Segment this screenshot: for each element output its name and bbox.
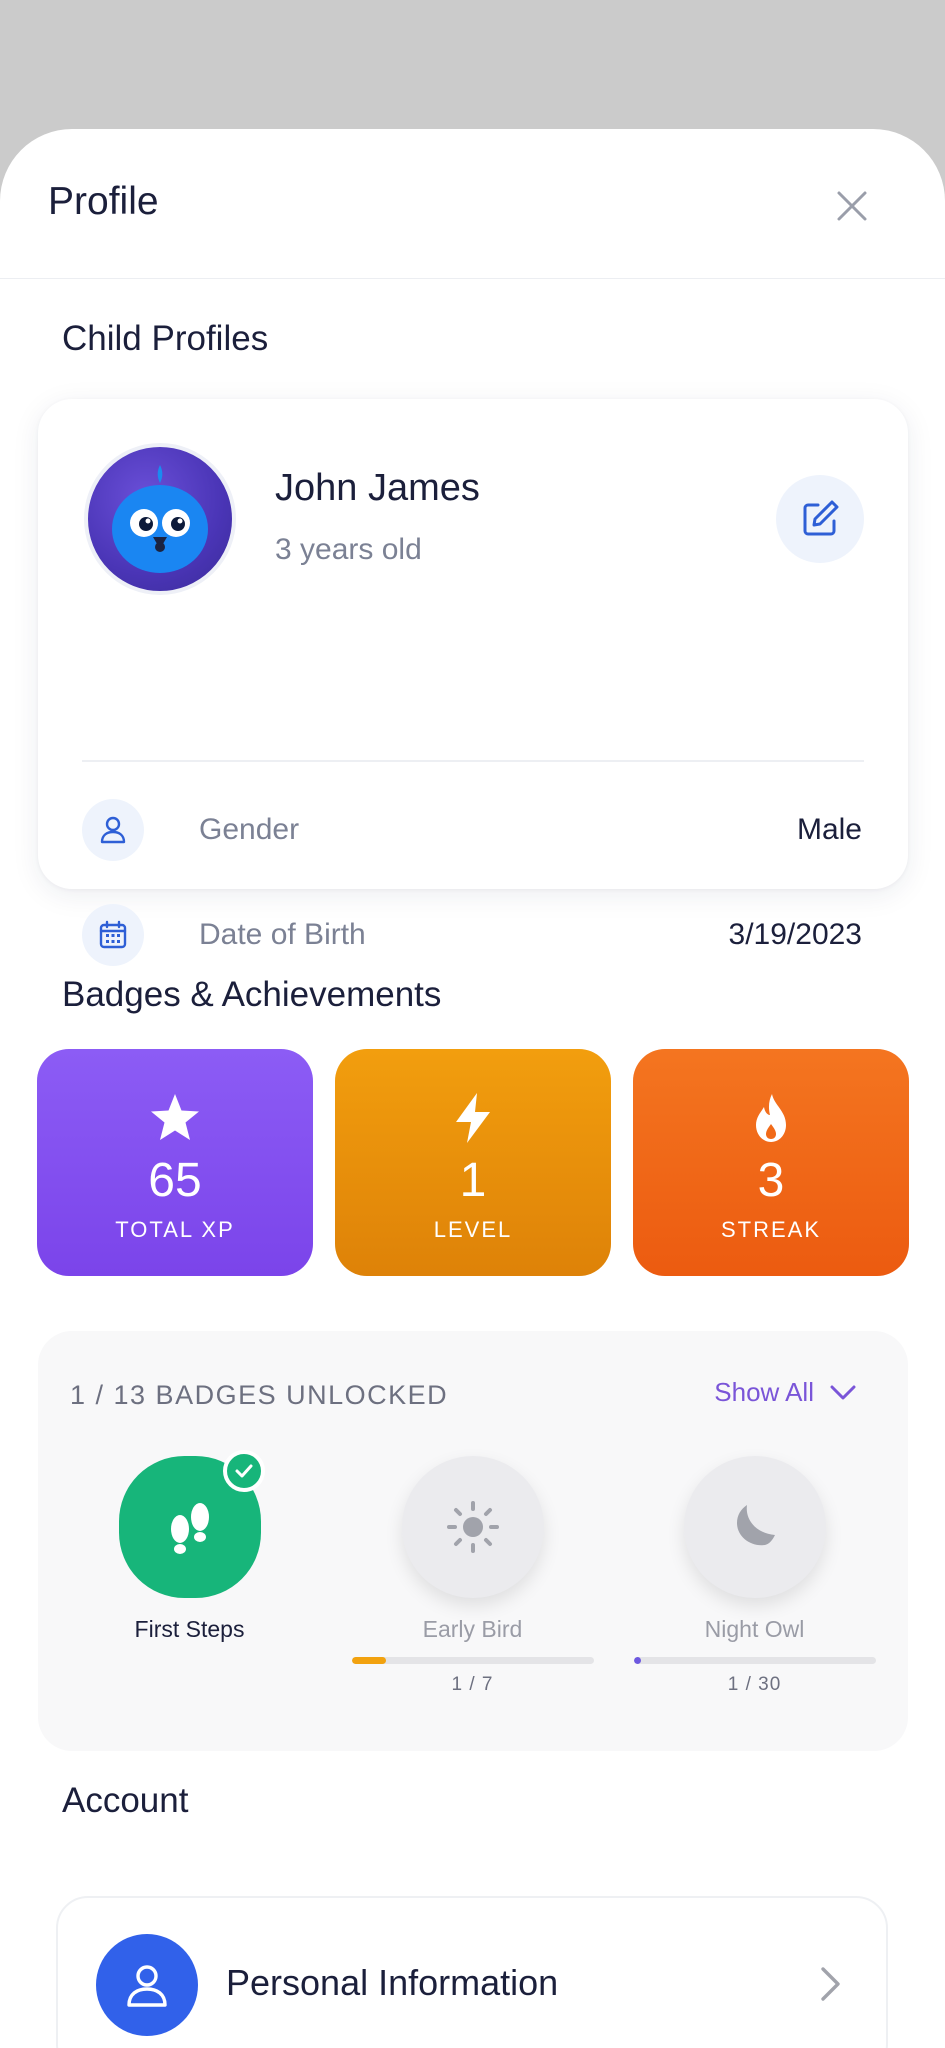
stat-streak[interactable]: 3 STREAK [633, 1049, 909, 1276]
child-age: 3 years old [275, 533, 422, 566]
edit-icon [803, 500, 839, 536]
gender-label: Gender [199, 813, 300, 846]
page-title: Profile [48, 180, 159, 223]
personal-information-item[interactable]: Personal Information [56, 1896, 888, 2048]
dob-row: Date of Birth 3/19/2023 [82, 904, 862, 968]
account-title: Account [62, 1781, 189, 1820]
footsteps-icon [170, 1503, 209, 1554]
badge-name: Early Bird [422, 1616, 523, 1642]
dob-value: 3/19/2023 [728, 918, 862, 951]
streak-value: 3 [757, 1154, 785, 1207]
flame-icon [756, 1094, 786, 1142]
xp-label: TOTAL XP [115, 1217, 235, 1242]
child-profiles-title: Child Profiles [62, 319, 269, 358]
badges-unlocked-count: 1 / 13 BADGES UNLOCKED [70, 1380, 449, 1410]
unlocked-check [222, 1450, 265, 1492]
dob-label: Date of Birth [199, 918, 366, 951]
stat-total-xp[interactable]: 65 TOTAL XP [37, 1049, 313, 1276]
badge-name: First Steps [134, 1616, 245, 1642]
badge-night-owl-circle [683, 1456, 826, 1598]
close-button[interactable] [826, 180, 878, 232]
show-all-button[interactable]: Show All [714, 1377, 856, 1408]
moon-icon [736, 1505, 775, 1546]
user-icon [127, 1965, 167, 2007]
badge-first-steps[interactable]: First Steps [67, 1450, 312, 1643]
gender-value: Male [796, 813, 862, 846]
badge-night-owl[interactable]: Night Owl 1 / 30 [632, 1456, 877, 1696]
sheet-header: Profile [0, 129, 945, 279]
child-profile-card: John James 3 years old Gender Male Date … [38, 399, 908, 966]
person-icon [100, 816, 126, 844]
badges-panel: 1 / 13 BADGES UNLOCKED Show All First St… [38, 1331, 908, 1751]
lightning-icon [456, 1093, 490, 1143]
xp-value: 65 [148, 1154, 202, 1207]
child-name: John James [275, 467, 480, 509]
chevron-right-icon [820, 1966, 842, 2007]
streak-label: STREAK [720, 1217, 822, 1242]
badge-first-steps-circle [118, 1450, 265, 1598]
badge-early-bird[interactable]: Early Bird 1 / 7 [350, 1456, 595, 1696]
level-label: LEVEL [433, 1217, 513, 1242]
star-icon [151, 1094, 199, 1140]
badge-progress-fill [633, 1657, 642, 1664]
sun-icon [446, 1501, 499, 1553]
edit-profile-button[interactable] [776, 475, 864, 563]
personal-info-label: Personal Information [226, 1962, 559, 2003]
personal-info-icon-wrap [96, 1934, 198, 2036]
avatar [84, 443, 236, 595]
gender-row: Gender Male [82, 799, 862, 863]
divider [82, 760, 864, 762]
badge-progress-bar [351, 1657, 594, 1664]
badge-progress-text: 1 / 7 [451, 1674, 494, 1695]
check-icon [235, 1464, 252, 1478]
profile-sheet: Profile Child Profiles John James 3 year… [0, 129, 945, 2048]
stat-level[interactable]: 1 LEVEL [335, 1049, 611, 1276]
close-icon [837, 191, 867, 221]
badges-title: Badges & Achievements [62, 975, 442, 1014]
badge-early-bird-circle [401, 1456, 544, 1598]
badge-progress-bar [633, 1657, 876, 1664]
chevron-down-icon [830, 1385, 856, 1399]
level-value: 1 [459, 1154, 487, 1207]
calendar-icon [99, 920, 127, 949]
bird-mascot-icon [112, 465, 208, 573]
badge-name: Night Owl [704, 1616, 805, 1642]
badge-progress-fill [351, 1657, 387, 1664]
show-all-label: Show All [714, 1377, 814, 1407]
dob-icon-wrap [82, 904, 144, 966]
badge-progress-text: 1 / 30 [727, 1674, 782, 1695]
gender-icon-wrap [82, 799, 144, 861]
